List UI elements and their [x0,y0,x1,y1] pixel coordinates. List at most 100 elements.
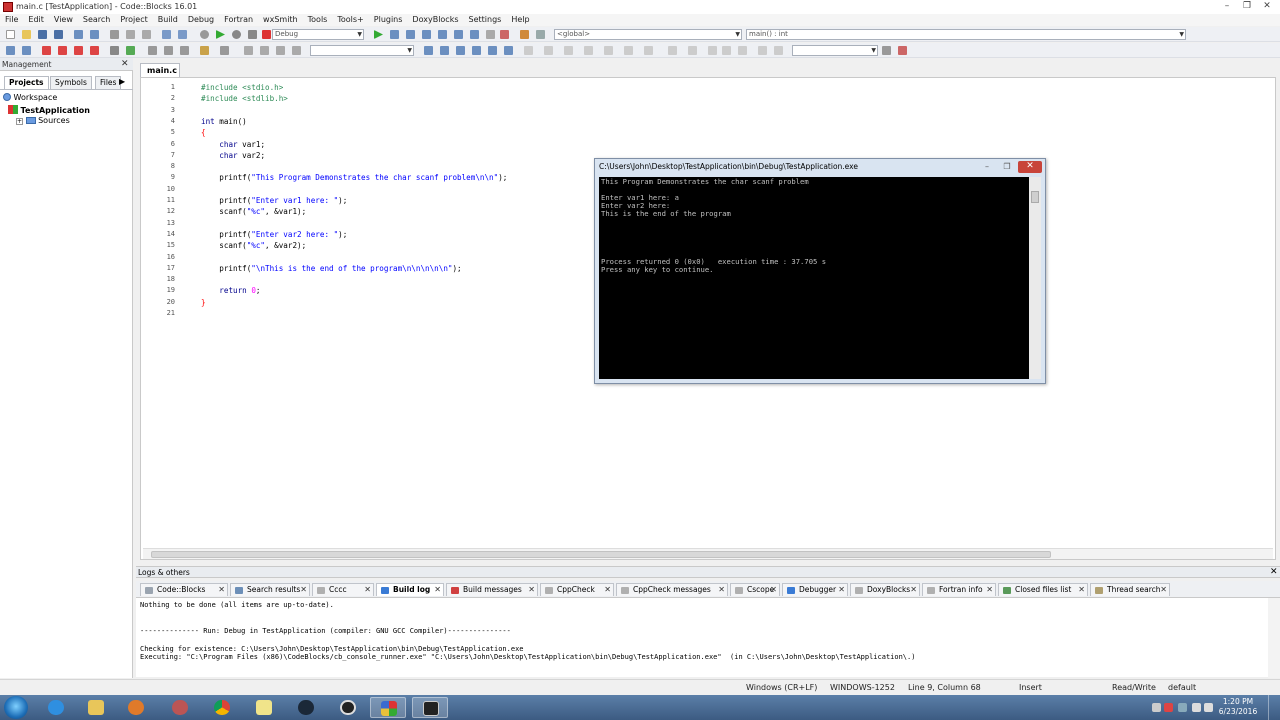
taskbar-notes[interactable] [246,697,282,718]
next-icon[interactable] [276,46,285,55]
find-icon[interactable] [162,30,171,39]
taskbar-tool[interactable] [162,697,198,718]
close-logs-icon[interactable]: ✕ [1270,567,1278,577]
close-tab-icon[interactable]: ✕ [218,584,225,596]
tab-scroll-right-icon[interactable]: ▶ [119,77,125,86]
taskbar-codeblocks[interactable] [370,697,406,718]
close-tab-icon[interactable]: ✕ [434,584,441,596]
search-selection-icon[interactable] [472,46,481,55]
clear-bookmarks-icon[interactable] [90,46,99,55]
log-tab-cppcheck[interactable]: CppCheck ✕ [540,583,614,596]
log-tab-cccc[interactable]: Cccc ✕ [312,583,374,596]
prev-icon[interactable] [244,46,253,55]
debugging-windows-icon[interactable] [520,30,529,39]
save-all-icon[interactable] [54,30,63,39]
toggle-comment-icon[interactable] [180,46,189,55]
zoom-out-icon[interactable] [738,46,747,55]
close-tab-icon[interactable]: ✕ [838,584,845,596]
thread-search-icon[interactable] [882,46,891,55]
edit-icon[interactable] [220,46,229,55]
build-log-output[interactable]: Nothing to be done (all items are up-to-… [136,597,1280,678]
close-tab-icon[interactable]: ✕ [528,584,535,596]
console-scrollbar[interactable] [1029,177,1041,379]
symbol-select[interactable]: main() : int ▼ [746,29,1186,40]
console-output[interactable]: This Program Demonstrates the char scanf… [599,177,1029,379]
break-debugger-icon[interactable] [486,30,495,39]
abort-icon[interactable] [262,30,271,39]
stop-icon[interactable] [260,46,269,55]
console-scroll-thumb[interactable] [1031,191,1039,203]
log-tab-code-blocks[interactable]: Code::Blocks ✕ [140,583,228,596]
expand-icon[interactable]: + [16,118,23,125]
replace-icon[interactable] [178,30,187,39]
menu-wxsmith[interactable]: wxSmith [258,14,303,26]
next-bookmark-icon[interactable] [74,46,83,55]
editor-tab-main-c[interactable]: main.c [140,63,180,77]
build-target-select[interactable]: Debug ▼ [272,29,364,40]
network-icon[interactable] [1192,703,1201,712]
close-tab-icon[interactable]: ✕ [770,584,777,596]
jump-forward-icon[interactable] [22,46,31,55]
log-tab-cscope[interactable]: Cscope ✕ [730,583,780,596]
paste-icon[interactable] [142,30,151,39]
rebuild-icon[interactable] [248,30,257,39]
tab-projects[interactable]: Projects [4,76,49,89]
taskbar-chrome[interactable] [204,697,240,718]
console-close-button[interactable]: ✕ [1018,161,1042,173]
menu-debug[interactable]: Debug [183,14,219,26]
thread-search-options-icon[interactable] [898,46,907,55]
new-file-icon[interactable] [6,30,15,39]
close-tab-icon[interactable]: ✕ [604,584,611,596]
tab-files[interactable]: Files [95,76,122,89]
wxsmith-pointer-icon[interactable] [524,46,533,55]
spell-check-icon[interactable] [758,46,767,55]
menu-file[interactable]: File [0,14,23,26]
project-node[interactable]: TestApplication [8,105,90,115]
step-into-icon[interactable] [422,30,431,39]
search-highlight-icon[interactable] [456,46,465,55]
search-options-icon[interactable] [488,46,497,55]
menu-search[interactable]: Search [78,14,115,26]
log-tab-thread-search[interactable]: Thread search ✕ [1090,583,1170,596]
build-and-run-icon[interactable] [232,30,241,39]
debug-continue-icon[interactable] [374,30,383,39]
search-forward-icon[interactable] [440,46,449,55]
wxsmith-widget-icon[interactable] [544,46,553,55]
thread-search-combo[interactable]: ▼ [792,45,878,56]
log-tab-closed-files-list[interactable]: Closed files list ✕ [998,583,1088,596]
cut-icon[interactable] [110,30,119,39]
clock[interactable]: 1:20 PM 6/23/2016 [1216,697,1260,717]
wxsmith-widget-3-icon[interactable] [584,46,593,55]
menu-view[interactable]: View [49,14,78,26]
close-tab-icon[interactable]: ✕ [1078,584,1085,596]
console-minimize-button[interactable]: – [978,162,996,172]
wxsmith-widget-2-icon[interactable] [564,46,573,55]
menu-plugins[interactable]: Plugins [369,14,408,26]
log-tab-search-results[interactable]: Search results ✕ [230,583,310,596]
menu-help[interactable]: Help [506,14,534,26]
scrollbar-thumb[interactable] [151,551,1051,558]
taskbar-explorer[interactable] [78,697,114,718]
run-to-cursor-icon[interactable] [390,30,399,39]
search-regex-icon[interactable] [504,46,513,55]
step-out-icon[interactable] [438,30,447,39]
run-search-icon[interactable] [126,46,135,55]
wxsmith-widget-6-icon[interactable] [644,46,653,55]
close-tab-icon[interactable]: ✕ [364,584,371,596]
run-icon[interactable] [216,30,225,39]
menu-project[interactable]: Project [115,14,152,26]
tab-symbols[interactable]: Symbols [50,76,92,89]
menu-build[interactable]: Build [153,14,183,26]
search-combo[interactable]: ▼ [310,45,414,56]
volume-icon[interactable] [1204,703,1213,712]
menu-settings[interactable]: Settings [464,14,507,26]
log-tab-debugger[interactable]: Debugger ✕ [782,583,848,596]
log-tab-build-log[interactable]: Build log ✕ [376,583,444,596]
stop-debugger-icon[interactable] [500,30,509,39]
log-scrollbar[interactable] [1268,598,1280,678]
tray-flag-icon[interactable] [1178,703,1187,712]
show-desktop-button[interactable] [1268,695,1280,720]
menu-tools[interactable]: Tools [303,14,333,26]
open-folder-icon[interactable] [22,30,31,39]
log-tab-cppcheck-messages[interactable]: CppCheck messages ✕ [616,583,728,596]
